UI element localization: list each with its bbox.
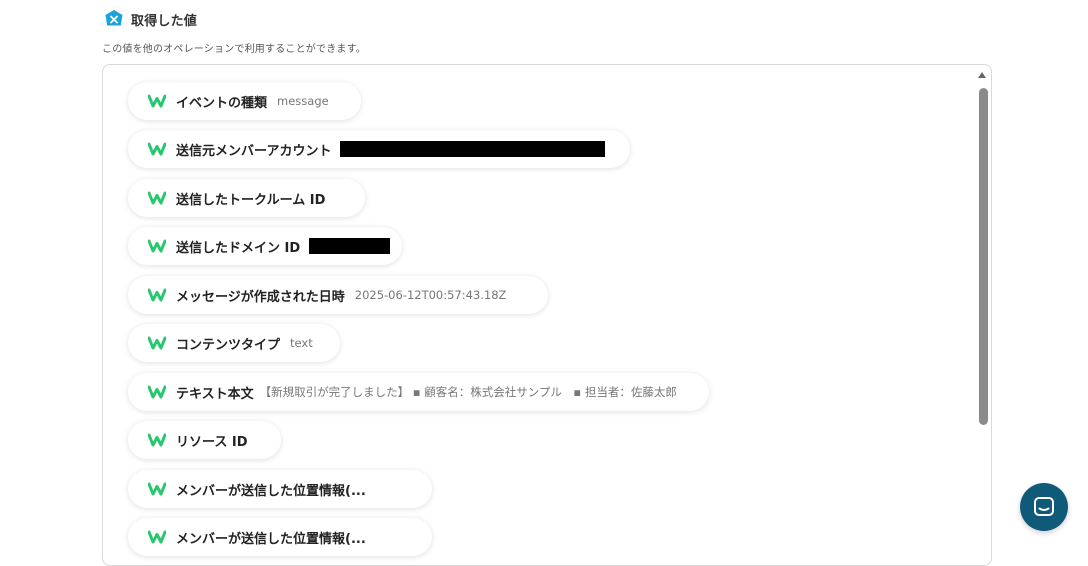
- redacted-value: [309, 238, 391, 254]
- value-text: text: [290, 336, 313, 350]
- value-label: メッセージが作成された日時: [176, 289, 345, 305]
- section-description: この値を他のオペレーションで利用することができます。: [102, 44, 366, 55]
- value-label: 送信元メンバーアカウント: [176, 143, 332, 159]
- section-header: 取得した値: [104, 8, 197, 30]
- value-item-sender-account[interactable]: 送信元メンバーアカウント: [128, 130, 630, 168]
- hexagon-x-icon: [105, 10, 123, 26]
- value-text: message: [277, 94, 329, 108]
- value-label: メンバーが送信した位置情報(...: [176, 483, 366, 499]
- value-item-location-2[interactable]: メンバーが送信した位置情報(...: [128, 518, 432, 556]
- value-label: イベントの種類: [176, 95, 268, 111]
- value-text: 2025-06-12T00:57:43.18Z: [354, 288, 507, 302]
- worksmobile-w-icon: [148, 385, 166, 399]
- value-item-resource-id[interactable]: リソース ID: [128, 421, 281, 459]
- value-label: テキスト本文: [176, 386, 254, 402]
- chat-support-button[interactable]: [1020, 483, 1068, 531]
- value-label: コンテンツタイプ: [176, 337, 281, 353]
- worksmobile-w-icon: [148, 288, 166, 302]
- worksmobile-w-icon: [148, 530, 166, 544]
- value-item-created-at[interactable]: メッセージが作成された日時 2025-06-12T00:57:43.18Z: [128, 276, 548, 314]
- value-label: 送信したトークルーム ID: [176, 192, 326, 208]
- chat-bubble-icon: [1034, 497, 1054, 516]
- value-item-domain-id[interactable]: 送信したドメイン ID: [128, 227, 402, 265]
- worksmobile-w-icon: [148, 239, 166, 253]
- worksmobile-w-icon: [148, 433, 166, 447]
- section-title: 取得した値: [131, 13, 198, 29]
- value-item-content-type[interactable]: コンテンツタイプ text: [128, 324, 340, 362]
- worksmobile-w-icon: [148, 482, 166, 496]
- value-item-text-body[interactable]: テキスト本文 【新規取引が完了しました】 ▪ 顧客名：株式会社サンプル ▪ 担当…: [128, 373, 709, 411]
- value-label: メンバーが送信した位置情報(...: [176, 531, 366, 547]
- scrollbar-thumb[interactable]: [979, 88, 988, 425]
- value-item-location-1[interactable]: メンバーが送信した位置情報(...: [128, 470, 432, 508]
- value-item-talkroom-id[interactable]: 送信したトークルーム ID: [128, 179, 365, 217]
- scroll-up-arrow-icon[interactable]: [978, 72, 986, 78]
- worksmobile-w-icon: [148, 191, 166, 205]
- values-panel: イベントの種類 message 送信元メンバーアカウント 送信したトークルーム …: [102, 64, 992, 566]
- worksmobile-w-icon: [148, 336, 166, 350]
- worksmobile-w-icon: [148, 142, 166, 156]
- value-item-event-type[interactable]: イベントの種類 message: [128, 82, 361, 120]
- worksmobile-w-icon: [148, 94, 166, 108]
- redacted-value: [340, 141, 606, 157]
- value-label: 送信したドメイン ID: [176, 240, 301, 256]
- value-label: リソース ID: [176, 434, 248, 450]
- value-text: 【新規取引が完了しました】 ▪ 顧客名：株式会社サンプル ▪ 担当者：佐藤太郎: [259, 385, 677, 399]
